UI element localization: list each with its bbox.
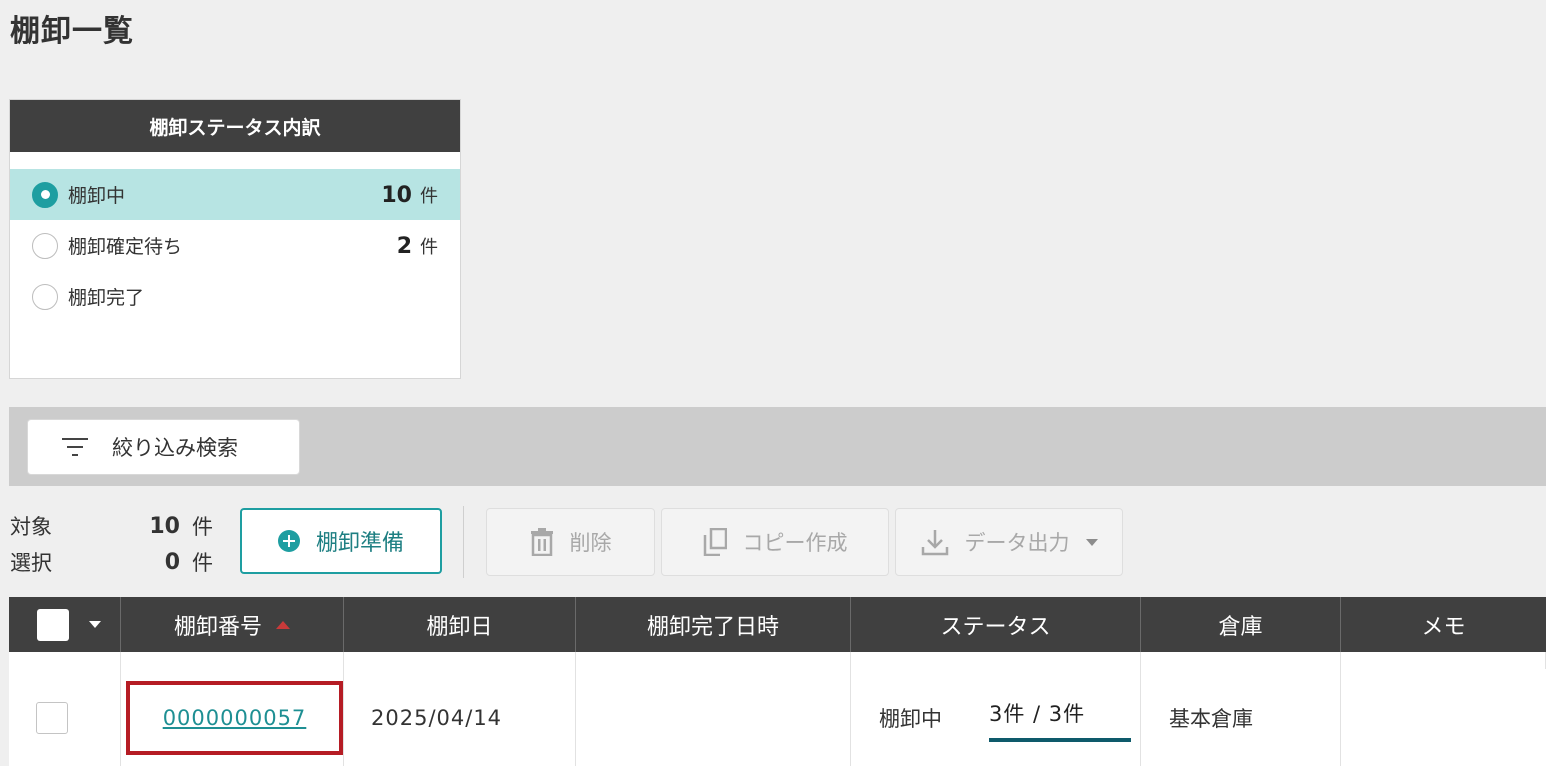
select-all-checkbox[interactable] <box>37 608 69 641</box>
delete-button[interactable]: 削除 <box>486 508 655 576</box>
filter-button-label: 絞り込み検索 <box>112 436 238 460</box>
target-count-unit: 件 <box>192 515 213 539</box>
row-checkbox[interactable] <box>36 701 68 734</box>
copy-button[interactable]: コピー作成 <box>661 508 889 576</box>
status-panel-title: 棚卸ステータス内訳 <box>10 100 460 152</box>
progress: 3件 / 3件 <box>989 698 1131 742</box>
download-icon <box>921 528 949 556</box>
target-count-label: 対象 <box>10 515 52 539</box>
column-header-label: 棚卸完了日時 <box>646 614 779 640</box>
memo-cell <box>1341 669 1546 766</box>
toolbar-divider <box>463 506 464 578</box>
inventory-number-link[interactable]: 0000000057 <box>163 706 307 730</box>
status-option-count: 2 件 <box>397 233 438 259</box>
select-all-cell <box>9 597 121 652</box>
sort-ascending-icon <box>276 620 290 629</box>
column-header-memo[interactable]: メモ <box>1341 597 1546 652</box>
status-option-in-progress[interactable]: 棚卸中 10 件 <box>10 169 460 220</box>
column-header-date[interactable]: 棚卸日 <box>344 597 576 652</box>
copy-button-label: コピー作成 <box>742 531 848 555</box>
table-spacer <box>9 652 1546 669</box>
highlight-box: 0000000057 <box>126 680 343 755</box>
filter-bar: 絞り込み検索 <box>9 407 1546 486</box>
radio-unchecked-icon[interactable] <box>32 283 58 310</box>
warehouse-cell: 基本倉庫 <box>1141 669 1341 766</box>
progress-label: 3件 / 3件 <box>989 701 1086 726</box>
status-option-label: 棚卸中 <box>68 185 126 207</box>
selected-count-value: 0 <box>164 549 180 575</box>
column-header-label: 棚卸番号 <box>173 614 262 640</box>
status-count-number: 10 <box>381 182 412 208</box>
chevron-down-icon[interactable] <box>89 621 101 628</box>
column-header-label: ステータス <box>940 614 1051 640</box>
target-count-row: 対象 10 件 <box>10 508 213 544</box>
progress-bar <box>989 737 1131 742</box>
column-header-status[interactable]: ステータス <box>851 597 1141 652</box>
status-option-count: 10 件 <box>381 182 438 208</box>
page-title: 棚卸一覧 <box>10 14 134 49</box>
status-count-number: 2 <box>396 233 412 259</box>
plus-circle-icon <box>277 530 300 552</box>
inventory-date-cell: 2025/04/14 <box>344 669 576 766</box>
radio-checked-icon[interactable] <box>32 181 58 208</box>
export-button-label: データ出力 <box>964 531 1070 555</box>
export-button[interactable]: データ出力 <box>895 508 1123 576</box>
column-header-number[interactable]: 棚卸番号 <box>121 597 344 652</box>
completed-at-cell <box>576 669 851 766</box>
table-row: 0000000057 2025/04/14 棚卸中 3件 / 3件 基本倉庫 <box>9 669 1546 766</box>
status-option-label: 棚卸完了 <box>68 287 145 309</box>
progress-bar-fill <box>989 737 1131 742</box>
prepare-button-label: 棚卸準備 <box>315 531 404 556</box>
filter-icon <box>62 438 88 456</box>
result-counts: 対象 10 件 選択 0 件 <box>10 508 213 580</box>
status-cell: 棚卸中 3件 / 3件 <box>851 669 1141 766</box>
row-checkbox-cell <box>9 669 121 766</box>
column-header-completed-at[interactable]: 棚卸完了日時 <box>576 597 851 652</box>
inventory-prepare-button[interactable]: 棚卸準備 <box>240 508 442 574</box>
status-panel: 棚卸ステータス内訳 棚卸中 10 件 棚卸確定待ち 2 件 棚卸完了 <box>9 99 461 379</box>
column-header-warehouse[interactable]: 倉庫 <box>1141 597 1341 652</box>
status-text: 棚卸中 <box>879 706 942 731</box>
column-header-label: 棚卸日 <box>426 614 493 640</box>
delete-button-label: 削除 <box>569 531 612 555</box>
status-option-awaiting-confirmation[interactable]: 棚卸確定待ち 2 件 <box>10 220 460 271</box>
selected-count-row: 選択 0 件 <box>10 544 213 580</box>
table-header: 棚卸番号 棚卸日 棚卸完了日時 ステータス 倉庫 メモ <box>9 597 1546 652</box>
radio-unchecked-icon[interactable] <box>32 232 58 259</box>
inventory-number-cell: 0000000057 <box>121 669 344 766</box>
status-count-unit: 件 <box>420 236 438 258</box>
status-option-completed[interactable]: 棚卸完了 <box>10 271 460 322</box>
column-header-label: 倉庫 <box>1218 614 1263 640</box>
filter-search-button[interactable]: 絞り込み検索 <box>27 419 300 475</box>
target-count-value: 10 <box>149 513 180 539</box>
column-header-label: メモ <box>1421 614 1466 640</box>
status-count-unit: 件 <box>420 185 438 207</box>
page: 棚卸一覧 棚卸ステータス内訳 棚卸中 10 件 棚卸確定待ち 2 件 棚卸完了 <box>0 0 1546 766</box>
selected-count-unit: 件 <box>192 551 213 575</box>
status-option-label: 棚卸確定待ち <box>68 236 183 258</box>
trash-icon <box>530 528 554 556</box>
copy-icon <box>703 528 727 556</box>
selected-count-label: 選択 <box>10 551 52 575</box>
chevron-down-icon <box>1085 538 1098 546</box>
inventory-table: 棚卸番号 棚卸日 棚卸完了日時 ステータス 倉庫 メモ 0000000057 2… <box>9 597 1546 766</box>
